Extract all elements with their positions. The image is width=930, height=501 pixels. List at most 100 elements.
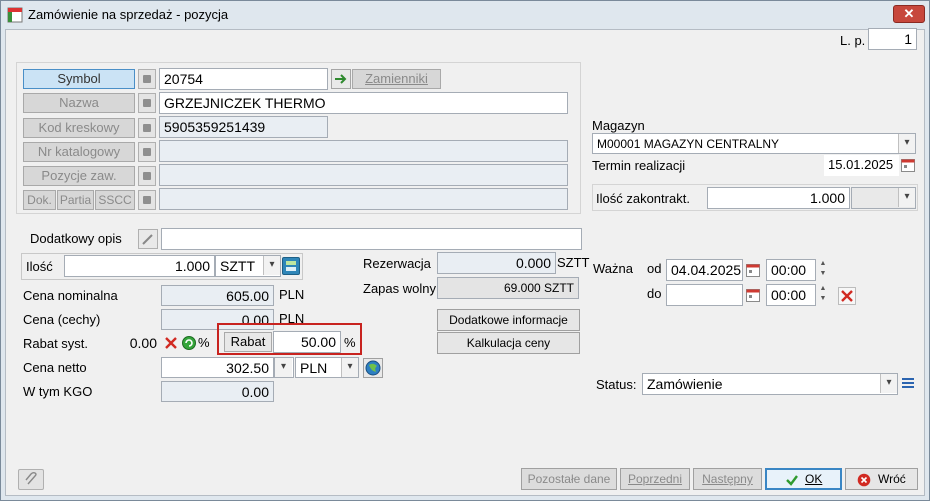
- ilosc-zakontr-label: Ilość zakontrakt.: [596, 191, 690, 206]
- wazna-od-time-field[interactable]: 00:00: [766, 259, 816, 281]
- opis-field[interactable]: [161, 228, 582, 250]
- termin-label: Termin realizacji: [592, 158, 686, 173]
- status-value: Zamówienie: [647, 376, 723, 392]
- termin-field[interactable]: 15.01.2025: [824, 155, 899, 176]
- magazyn-value: M00001 MAGAZYN CENTRALNY: [597, 137, 780, 151]
- kod-button[interactable]: Kod kreskowy: [23, 118, 135, 138]
- wazna-label: Ważna: [593, 261, 633, 276]
- chevron-down-icon: ▾: [263, 256, 280, 275]
- arrow-icon[interactable]: [331, 69, 351, 89]
- calculator-icon[interactable]: [282, 257, 300, 275]
- substitutes-button[interactable]: Zamienniki: [352, 69, 441, 89]
- cena-nominalna-currency: PLN: [279, 287, 305, 302]
- partia-button[interactable]: Partia: [57, 190, 94, 210]
- clear-icon[interactable]: [163, 335, 179, 351]
- rabat-percent: %: [344, 335, 356, 350]
- cena-cechy-label: Cena (cechy): [23, 312, 101, 327]
- kod-field[interactable]: 5905359251439: [159, 116, 328, 138]
- calendar-icon[interactable]: [900, 157, 916, 173]
- lp-field[interactable]: 1: [868, 28, 917, 50]
- dialog-window: Zamówienie na sprzedaż - pozycja ✕ L. p.…: [0, 0, 930, 501]
- chevron-down-icon: ▾: [898, 134, 915, 153]
- calendar-icon[interactable]: [745, 287, 761, 303]
- pozycje-list-icon[interactable]: [138, 166, 156, 186]
- dok-field[interactable]: [159, 188, 568, 210]
- symbol-button[interactable]: Symbol: [23, 69, 135, 89]
- cena-netto-label: Cena netto: [23, 360, 87, 375]
- rezerwacja-unit: SZTT: [557, 255, 590, 270]
- dok-button[interactable]: Dok.: [23, 190, 56, 210]
- symbol-field[interactable]: 20754: [159, 68, 328, 90]
- od-time-spinner[interactable]: ▲ ▼: [817, 259, 829, 281]
- ilosc-zakontr-unit-select[interactable]: ▾: [851, 187, 916, 209]
- dodatkowe-informacje-button[interactable]: Dodatkowe informacje: [437, 309, 580, 331]
- opis-edit-icon[interactable]: [138, 229, 158, 249]
- status-label: Status:: [596, 377, 637, 392]
- katalog-button[interactable]: Nr katalogowy: [23, 142, 135, 162]
- magazyn-label: Magazyn: [592, 118, 645, 133]
- wazna-do-date-field[interactable]: [666, 284, 743, 306]
- chevron-down-icon: ▾: [341, 358, 358, 377]
- calendar-icon[interactable]: [745, 262, 761, 278]
- status-select[interactable]: Zamówienie ▾: [642, 373, 898, 395]
- kgo-field: 0.00: [161, 381, 274, 402]
- rabat-field[interactable]: 50.00: [273, 331, 341, 353]
- sscc-button[interactable]: SSCC: [95, 190, 135, 210]
- chevron-down-icon: ▾: [275, 358, 292, 377]
- close-button[interactable]: ✕: [893, 5, 925, 23]
- katalog-list-icon[interactable]: [138, 142, 156, 162]
- currency-select[interactable]: PLN ▾: [295, 357, 359, 378]
- rezerwacja-field: 0.000: [437, 252, 556, 274]
- pozycje-button[interactable]: Pozycje zaw.: [23, 166, 135, 186]
- cena-netto-dropdown[interactable]: ▾: [274, 357, 294, 378]
- globe-icon[interactable]: [363, 358, 383, 378]
- status-list-icon[interactable]: [900, 375, 916, 393]
- ilosc-unit-select[interactable]: SZTT ▾: [215, 255, 281, 277]
- opis-label: Dodatkowy opis: [30, 231, 122, 246]
- nazwa-list-icon[interactable]: [138, 93, 156, 113]
- rezerwacja-label: Rezerwacja: [363, 256, 431, 271]
- ilosc-label: Ilość: [26, 259, 53, 274]
- symbol-list-icon[interactable]: [138, 69, 156, 89]
- rabat-syst-field: 0.00: [94, 333, 161, 354]
- chevron-down-icon: ▾: [880, 374, 897, 393]
- kod-list-icon[interactable]: [138, 118, 156, 138]
- katalog-field[interactable]: [159, 140, 568, 162]
- zapas-field: 69.000 SZTT: [437, 277, 579, 299]
- cena-nominalna-label: Cena nominalna: [23, 288, 118, 303]
- refresh-icon[interactable]: [181, 335, 197, 351]
- window-title: Zamówienie na sprzedaż - pozycja: [28, 7, 229, 22]
- attach-icon[interactable]: [18, 469, 44, 490]
- poprzedni-button[interactable]: Poprzedni: [620, 468, 690, 490]
- wazna-od-label: od: [647, 261, 662, 276]
- wazna-od-date-field[interactable]: 04.04.2025: [666, 259, 743, 281]
- ilosc-field[interactable]: 1.000: [64, 255, 215, 277]
- cena-netto-field[interactable]: 302.50: [161, 357, 274, 378]
- wroc-button[interactable]: Wróć: [845, 468, 918, 490]
- nazwa-field[interactable]: GRZEJNICZEK THERMO: [159, 92, 568, 114]
- kalkulacja-ceny-button[interactable]: Kalkulacja ceny: [437, 332, 580, 354]
- check-icon: [786, 475, 798, 486]
- title-bar: Zamówienie na sprzedaż - pozycja ✕: [1, 1, 929, 29]
- pozostale-dane-button[interactable]: Pozostałe dane: [521, 468, 617, 490]
- wroc-label: Wróć: [878, 472, 906, 486]
- do-time-spinner[interactable]: ▲ ▼: [817, 284, 829, 306]
- wazna-do-time-field[interactable]: 00:00: [766, 284, 816, 306]
- ilosc-zakontr-field[interactable]: 1.000: [707, 187, 850, 209]
- cena-nominalna-field: 605.00: [161, 285, 274, 306]
- currency-value: PLN: [300, 360, 328, 376]
- dok-list-icon[interactable]: [138, 190, 156, 210]
- nastepny-button[interactable]: Następny: [693, 468, 762, 490]
- ok-button[interactable]: OK: [765, 468, 842, 490]
- dialog-body: L. p. 1 Symbol 20754 Zamienniki Nazwa GR…: [5, 28, 925, 496]
- kgo-label: W tym KGO: [23, 384, 93, 399]
- chevron-down-icon: ▾: [898, 188, 915, 207]
- magazyn-select[interactable]: M00001 MAGAZYN CENTRALNY ▾: [592, 133, 916, 154]
- pozycje-field[interactable]: [159, 164, 568, 186]
- app-icon: [7, 7, 23, 23]
- zapas-label: Zapas wolny: [363, 281, 436, 296]
- close-icon: ✕: [903, 6, 915, 21]
- clear-icon[interactable]: [838, 287, 856, 305]
- ok-label: OK: [805, 472, 823, 486]
- nazwa-button[interactable]: Nazwa: [23, 93, 135, 113]
